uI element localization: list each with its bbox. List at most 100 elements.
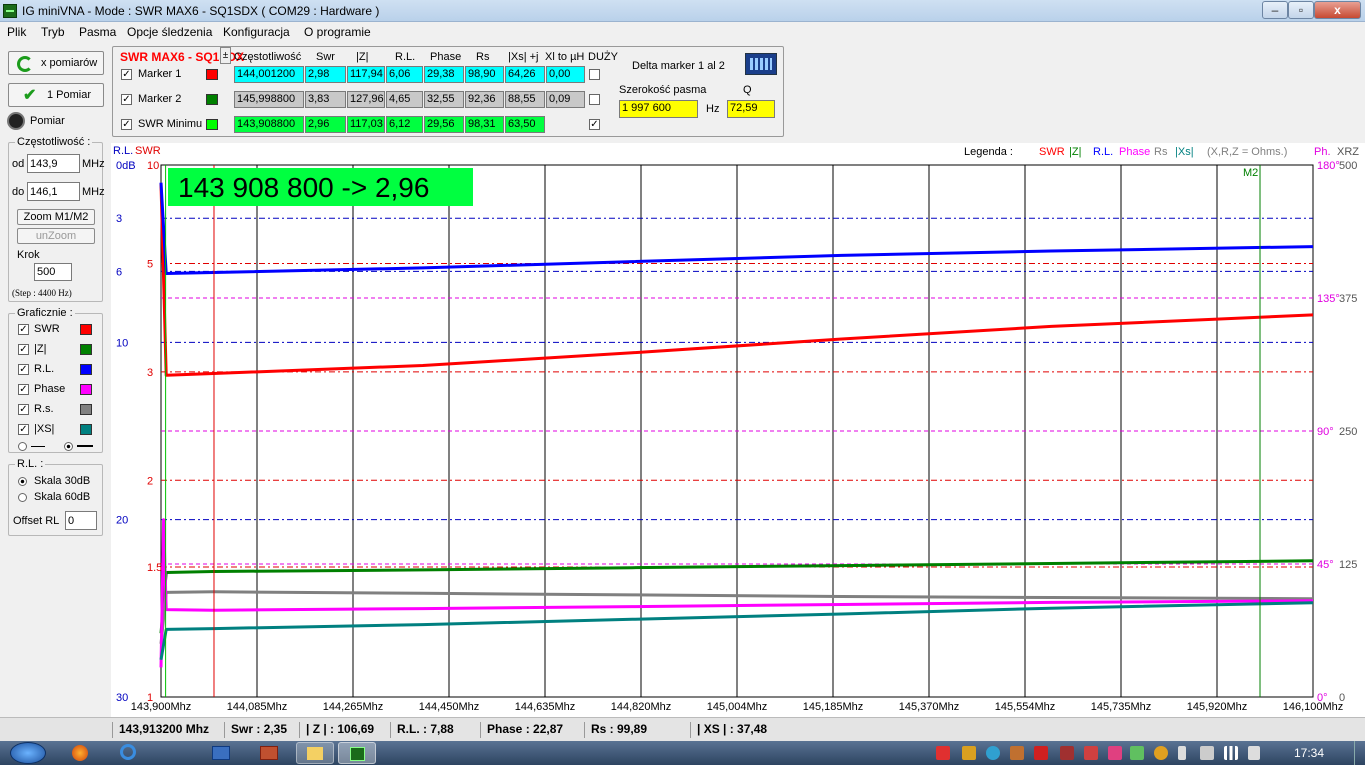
menu-bands[interactable]: Pasma xyxy=(79,25,116,39)
chart-svg[interactable]: 143,900Mhz 144,085Mhz 144,265Mhz 144,450Mhz… xyxy=(111,143,1365,717)
tray-icon-9[interactable] xyxy=(1130,746,1144,760)
measure-label: Pomiar xyxy=(30,115,65,127)
media-player-icon[interactable] xyxy=(212,746,230,760)
marker-color-2[interactable] xyxy=(206,119,218,130)
marker-2-label: M2 xyxy=(1243,167,1258,179)
tray-power-icon[interactable] xyxy=(1200,746,1214,760)
menu-file[interactable]: Plik xyxy=(7,25,26,39)
from-label: od xyxy=(12,158,25,170)
marker-0-value-7: 0,00 xyxy=(546,66,585,83)
legend-item-5: |Xs| xyxy=(1175,146,1194,158)
marker-step-button-1[interactable]: ± xyxy=(220,47,231,64)
status-rs: Rs : 99,89 xyxy=(584,722,647,738)
thick-line-icon xyxy=(77,445,93,447)
graph-color-swatch-1[interactable] xyxy=(80,344,92,355)
tray-icon-4[interactable] xyxy=(1010,746,1024,760)
taskbar-explorer[interactable] xyxy=(296,742,334,764)
marker-checkbox-0[interactable]: ✓ xyxy=(121,69,132,80)
delta-title: Delta marker 1 al 2 xyxy=(632,60,725,72)
show-desktop-button[interactable] xyxy=(1354,741,1365,765)
frequency-group: Częstotliwość : od MHz do MHz Zoom M1/M2… xyxy=(8,136,105,302)
legend-item-0: SWR xyxy=(1039,146,1065,158)
offset-rl-input[interactable] xyxy=(65,511,97,530)
graph-color-swatch-3[interactable] xyxy=(80,384,92,395)
rl-tick-label: 6 xyxy=(116,266,122,278)
menu-tracking[interactable]: Opcje śledzenia xyxy=(127,25,212,39)
refresh-icon xyxy=(17,56,33,72)
tray-ati-icon[interactable] xyxy=(1034,746,1048,760)
marker-1-value-0: 145,998800 xyxy=(234,91,304,108)
x-tick-label: 145,920Mhz xyxy=(1187,701,1248,713)
graph-checkbox-1[interactable]: ✓ xyxy=(18,344,29,355)
single-measure-button[interactable]: ✔ 1 Pomiar xyxy=(8,83,104,107)
chart-area[interactable]: 143,900Mhz 144,085Mhz 144,265Mhz 144,450Mhz… xyxy=(111,143,1365,717)
measure-radio[interactable] xyxy=(7,112,25,130)
sweeps-button[interactable]: x pomiarów xyxy=(8,51,104,75)
to-mhz-label: MHz xyxy=(82,186,105,198)
frequency-group-label: Częstotliwość : xyxy=(15,136,93,148)
marker-big-checkbox-1[interactable] xyxy=(589,94,600,105)
clock: 17:34 xyxy=(1294,746,1325,760)
maximize-button[interactable]: ▫ xyxy=(1288,1,1314,19)
zoom-button[interactable]: Zoom M1/M2 xyxy=(17,209,95,225)
graph-label-2: R.L. xyxy=(34,363,55,375)
graph-checkbox-3[interactable]: ✓ xyxy=(18,384,29,395)
marker-2-value-3: 6,12 xyxy=(386,116,423,133)
thin-line-radio[interactable] xyxy=(18,442,27,451)
thick-line-radio[interactable] xyxy=(64,442,73,451)
app-icon-2[interactable] xyxy=(260,746,278,760)
minimize-button[interactable]: – xyxy=(1262,1,1288,19)
tray-flag-icon[interactable] xyxy=(1178,746,1186,760)
x-tick-label: 145,004Mhz xyxy=(707,701,768,713)
calculator-button[interactable] xyxy=(745,53,777,75)
menu-bar: Plik Tryb Pasma Opcje śledzenia Konfigur… xyxy=(0,22,1365,42)
to-frequency-input[interactable] xyxy=(27,182,80,201)
step-input[interactable] xyxy=(34,263,72,281)
unzoom-button[interactable]: unZoom xyxy=(17,228,95,244)
marker-0-value-5: 98,90 xyxy=(465,66,504,83)
menu-mode[interactable]: Tryb xyxy=(41,25,65,39)
ie-icon[interactable] xyxy=(120,744,136,760)
taskbar-minivna[interactable] xyxy=(338,742,376,764)
firefox-icon[interactable] xyxy=(72,745,88,761)
graph-color-swatch-4[interactable] xyxy=(80,404,92,415)
tray-icon-8[interactable] xyxy=(1108,746,1122,760)
marker-checkbox-2[interactable]: ✓ xyxy=(121,119,132,130)
graph-checkbox-5[interactable]: ✓ xyxy=(18,424,29,435)
menu-about[interactable]: O programie xyxy=(304,25,371,39)
header-rs: Rs xyxy=(476,51,490,63)
marker-color-1[interactable] xyxy=(206,94,218,105)
tray-icon-3[interactable] xyxy=(986,746,1000,760)
marker-color-0[interactable] xyxy=(206,69,218,80)
marker-checkbox-1[interactable]: ✓ xyxy=(121,94,132,105)
graph-checkbox-2[interactable]: ✓ xyxy=(18,364,29,375)
tray-icon-10[interactable] xyxy=(1154,746,1168,760)
marker-big-checkbox-2[interactable]: ✓ xyxy=(589,119,600,130)
from-frequency-input[interactable] xyxy=(27,154,80,173)
big-value-text: 143 908 800 -> 2,96 xyxy=(178,172,429,203)
menu-config[interactable]: Konfiguracja xyxy=(223,25,290,39)
graph-checkbox-0[interactable]: ✓ xyxy=(18,324,29,335)
graph-checkbox-4[interactable]: ✓ xyxy=(18,404,29,415)
tray-network-icon[interactable] xyxy=(1224,746,1238,760)
xrz-tick-label: 125 xyxy=(1339,559,1357,571)
scale-30-radio[interactable] xyxy=(18,477,27,486)
scale-60-radio[interactable] xyxy=(18,493,27,502)
graph-color-swatch-2[interactable] xyxy=(80,364,92,375)
close-button[interactable]: x xyxy=(1314,1,1361,19)
rl-group: R.L. : Skala 30dB Skala 60dB Offset RL xyxy=(8,458,103,536)
tray-icon-6[interactable] xyxy=(1060,746,1074,760)
graph-color-swatch-5[interactable] xyxy=(80,424,92,435)
swr-tick-label: 10 xyxy=(147,160,159,172)
folder-icon xyxy=(307,747,323,760)
tray-icon-1[interactable] xyxy=(936,746,950,760)
start-button[interactable] xyxy=(10,742,46,764)
marker-big-checkbox-0[interactable] xyxy=(589,69,600,80)
rl-tick-label: 0dB xyxy=(116,160,136,172)
tray-icon-2[interactable] xyxy=(962,746,976,760)
marker-label-1: Marker 2 xyxy=(138,93,182,105)
graph-color-swatch-0[interactable] xyxy=(80,324,92,335)
x-tick-label: 143,900Mhz xyxy=(131,701,192,713)
tray-icon-7[interactable] xyxy=(1084,746,1098,760)
tray-volume-icon[interactable] xyxy=(1248,746,1260,760)
